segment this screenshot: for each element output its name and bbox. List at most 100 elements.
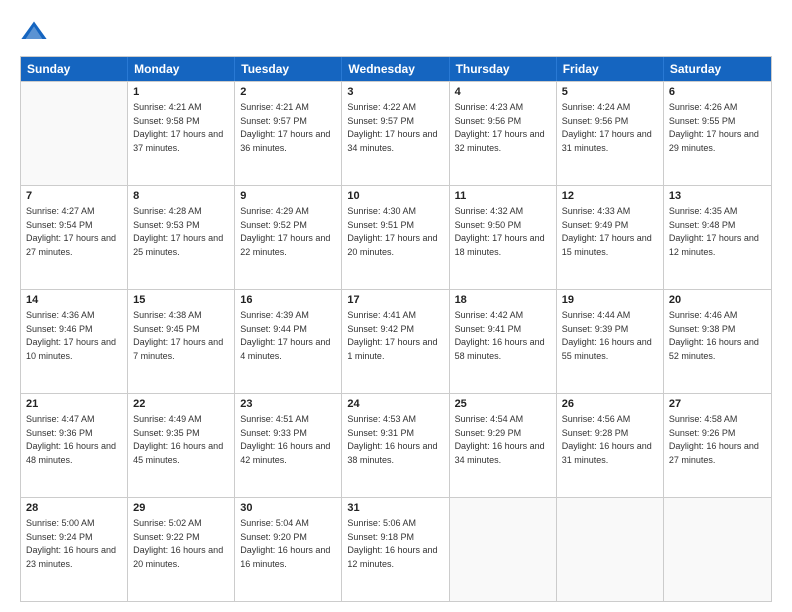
cal-header-cell: Monday [128, 57, 235, 81]
calendar-cell: 1Sunrise: 4:21 AM Sunset: 9:58 PM Daylig… [128, 82, 235, 185]
calendar-cell: 25 Sunrise: 4:54 AM Sunset: 9:29 PM Dayli… [450, 394, 557, 497]
cell-info: Sunrise: 4:28 AM Sunset: 9:53 PM Dayligh… [133, 206, 223, 257]
calendar-cell: 21Sunrise: 4:47 AM Sunset: 9:36 PM Dayli… [21, 394, 128, 497]
logo [20, 18, 52, 46]
calendar-row: 14 Sunrise: 4:36 AM Sunset: 9:46 PM Dayli… [21, 289, 771, 393]
day-number: 2 [240, 85, 336, 100]
calendar-cell: 12 Sunrise: 4:33 AM Sunset: 9:49 PM Dayli… [557, 186, 664, 289]
cell-info: Sunrise: 4:42 AM Sunset: 9:41 PM Dayligh… [455, 310, 545, 361]
calendar-body: 1Sunrise: 4:21 AM Sunset: 9:58 PM Daylig… [21, 81, 771, 601]
cell-info: Sunrise: 4:26 AM Sunset: 9:55 PM Dayligh… [669, 102, 759, 153]
calendar-cell: 31Sunrise: 5:06 AM Sunset: 9:18 PM Dayli… [342, 498, 449, 601]
cal-header-cell: Thursday [450, 57, 557, 81]
calendar-cell: 27 Sunrise: 4:58 AM Sunset: 9:26 PM Dayli… [664, 394, 771, 497]
day-number: 24 [347, 397, 443, 412]
day-number: 28 [26, 501, 122, 516]
cell-info: Sunrise: 4:51 AM Sunset: 9:33 PM Dayligh… [240, 414, 330, 465]
day-number: 16 [240, 293, 336, 308]
calendar-cell: 13 Sunrise: 4:35 AM Sunset: 9:48 PM Dayli… [664, 186, 771, 289]
calendar-cell [450, 498, 557, 601]
cell-info: Sunrise: 5:04 AM Sunset: 9:20 PM Dayligh… [240, 518, 330, 569]
calendar: SundayMondayTuesdayWednesdayThursdayFrid… [20, 56, 772, 602]
cell-info: Sunrise: 4:24 AM Sunset: 9:56 PM Dayligh… [562, 102, 652, 153]
calendar-cell [557, 498, 664, 601]
cell-info: Sunrise: 4:22 AM Sunset: 9:57 PM Dayligh… [347, 102, 437, 153]
calendar-cell: 5 Sunrise: 4:24 AM Sunset: 9:56 PM Daylig… [557, 82, 664, 185]
day-number: 31 [347, 501, 443, 516]
day-number: 11 [455, 189, 551, 204]
cell-info: Sunrise: 4:36 AM Sunset: 9:46 PM Dayligh… [26, 310, 116, 361]
calendar-cell: 14 Sunrise: 4:36 AM Sunset: 9:46 PM Dayli… [21, 290, 128, 393]
day-number: 29 [133, 501, 229, 516]
calendar-cell: 3Sunrise: 4:22 AM Sunset: 9:57 PM Daylig… [342, 82, 449, 185]
calendar-cell: 2 Sunrise: 4:21 AM Sunset: 9:57 PM Daylig… [235, 82, 342, 185]
day-number: 26 [562, 397, 658, 412]
day-number: 7 [26, 189, 122, 204]
day-number: 27 [669, 397, 766, 412]
cell-info: Sunrise: 4:23 AM Sunset: 9:56 PM Dayligh… [455, 102, 545, 153]
calendar-cell: 15 Sunrise: 4:38 AM Sunset: 9:45 PM Dayli… [128, 290, 235, 393]
calendar-cell: 8Sunrise: 4:28 AM Sunset: 9:53 PM Daylig… [128, 186, 235, 289]
day-number: 19 [562, 293, 658, 308]
calendar-cell: 28 Sunrise: 5:00 AM Sunset: 9:24 PM Dayli… [21, 498, 128, 601]
cell-info: Sunrise: 4:39 AM Sunset: 9:44 PM Dayligh… [240, 310, 330, 361]
calendar-cell: 23 Sunrise: 4:51 AM Sunset: 9:33 PM Dayli… [235, 394, 342, 497]
cell-info: Sunrise: 4:29 AM Sunset: 9:52 PM Dayligh… [240, 206, 330, 257]
calendar-cell: 18 Sunrise: 4:42 AM Sunset: 9:41 PM Dayli… [450, 290, 557, 393]
page: SundayMondayTuesdayWednesdayThursdayFrid… [0, 0, 792, 612]
calendar-cell: 16 Sunrise: 4:39 AM Sunset: 9:44 PM Dayli… [235, 290, 342, 393]
cell-info: Sunrise: 4:32 AM Sunset: 9:50 PM Dayligh… [455, 206, 545, 257]
calendar-cell [21, 82, 128, 185]
calendar-cell: 20 Sunrise: 4:46 AM Sunset: 9:38 PM Dayli… [664, 290, 771, 393]
calendar-cell: 10Sunrise: 4:30 AM Sunset: 9:51 PM Dayli… [342, 186, 449, 289]
cell-info: Sunrise: 4:46 AM Sunset: 9:38 PM Dayligh… [669, 310, 759, 361]
day-number: 30 [240, 501, 336, 516]
day-number: 23 [240, 397, 336, 412]
cell-info: Sunrise: 4:53 AM Sunset: 9:31 PM Dayligh… [347, 414, 437, 465]
cell-info: Sunrise: 5:02 AM Sunset: 9:22 PM Dayligh… [133, 518, 223, 569]
calendar-cell: 24 Sunrise: 4:53 AM Sunset: 9:31 PM Dayli… [342, 394, 449, 497]
cell-info: Sunrise: 4:30 AM Sunset: 9:51 PM Dayligh… [347, 206, 437, 257]
calendar-cell [664, 498, 771, 601]
cal-header-cell: Friday [557, 57, 664, 81]
cell-info: Sunrise: 4:41 AM Sunset: 9:42 PM Dayligh… [347, 310, 437, 361]
calendar-cell: 4 Sunrise: 4:23 AM Sunset: 9:56 PM Daylig… [450, 82, 557, 185]
calendar-cell: 17 Sunrise: 4:41 AM Sunset: 9:42 PM Dayli… [342, 290, 449, 393]
day-number: 20 [669, 293, 766, 308]
cal-header-cell: Sunday [21, 57, 128, 81]
day-number: 15 [133, 293, 229, 308]
calendar-cell: 7 Sunrise: 4:27 AM Sunset: 9:54 PM Daylig… [21, 186, 128, 289]
day-number: 5 [562, 85, 658, 100]
cell-info: Sunrise: 4:21 AM Sunset: 9:57 PM Dayligh… [240, 102, 330, 153]
calendar-cell: 22Sunrise: 4:49 AM Sunset: 9:35 PM Dayli… [128, 394, 235, 497]
calendar-cell: 30 Sunrise: 5:04 AM Sunset: 9:20 PM Dayli… [235, 498, 342, 601]
cell-info: Sunrise: 5:00 AM Sunset: 9:24 PM Dayligh… [26, 518, 116, 569]
calendar-cell: 19Sunrise: 4:44 AM Sunset: 9:39 PM Dayli… [557, 290, 664, 393]
cell-info: Sunrise: 4:27 AM Sunset: 9:54 PM Dayligh… [26, 206, 116, 257]
day-number: 25 [455, 397, 551, 412]
calendar-cell: 26Sunrise: 4:56 AM Sunset: 9:28 PM Dayli… [557, 394, 664, 497]
day-number: 9 [240, 189, 336, 204]
cell-info: Sunrise: 4:33 AM Sunset: 9:49 PM Dayligh… [562, 206, 652, 257]
day-number: 1 [133, 85, 229, 100]
day-number: 18 [455, 293, 551, 308]
logo-icon [20, 18, 48, 46]
cell-info: Sunrise: 4:38 AM Sunset: 9:45 PM Dayligh… [133, 310, 223, 361]
cell-info: Sunrise: 4:58 AM Sunset: 9:26 PM Dayligh… [669, 414, 759, 465]
day-number: 14 [26, 293, 122, 308]
calendar-row: 7 Sunrise: 4:27 AM Sunset: 9:54 PM Daylig… [21, 185, 771, 289]
calendar-cell: 29 Sunrise: 5:02 AM Sunset: 9:22 PM Dayli… [128, 498, 235, 601]
cal-header-cell: Tuesday [235, 57, 342, 81]
cell-info: Sunrise: 4:54 AM Sunset: 9:29 PM Dayligh… [455, 414, 545, 465]
day-number: 13 [669, 189, 766, 204]
cal-header-cell: Saturday [664, 57, 771, 81]
day-number: 12 [562, 189, 658, 204]
calendar-cell: 11 Sunrise: 4:32 AM Sunset: 9:50 PM Dayli… [450, 186, 557, 289]
day-number: 4 [455, 85, 551, 100]
calendar-header-row: SundayMondayTuesdayWednesdayThursdayFrid… [21, 57, 771, 81]
cell-info: Sunrise: 4:35 AM Sunset: 9:48 PM Dayligh… [669, 206, 759, 257]
calendar-cell: 6Sunrise: 4:26 AM Sunset: 9:55 PM Daylig… [664, 82, 771, 185]
calendar-row: 1Sunrise: 4:21 AM Sunset: 9:58 PM Daylig… [21, 81, 771, 185]
day-number: 17 [347, 293, 443, 308]
calendar-row: 28 Sunrise: 5:00 AM Sunset: 9:24 PM Dayli… [21, 497, 771, 601]
